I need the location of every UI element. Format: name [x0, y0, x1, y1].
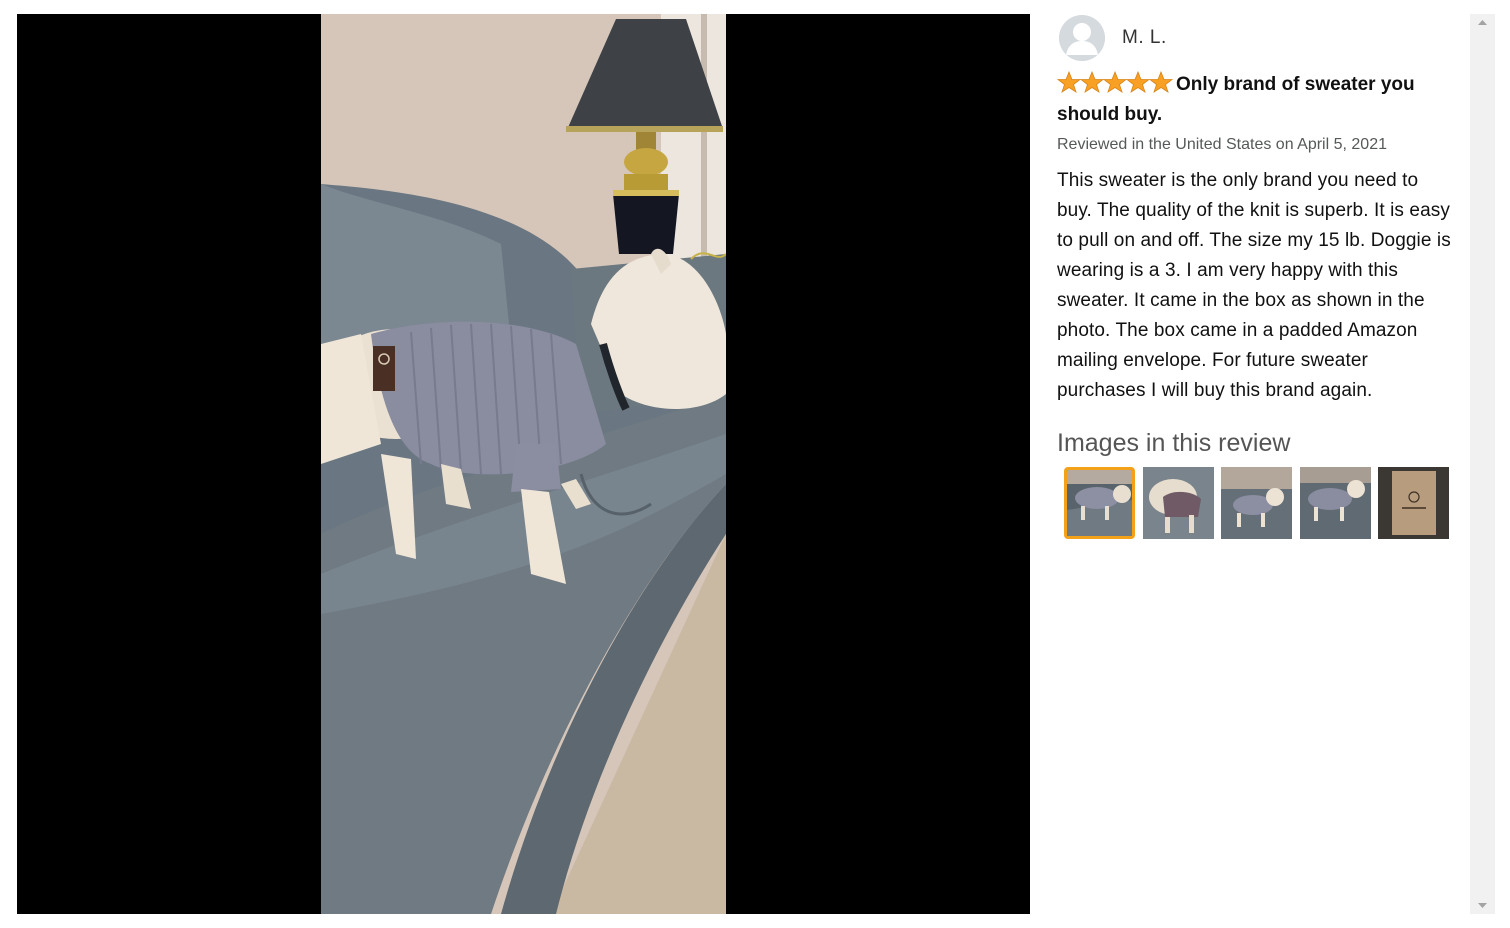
- star-icon: [1126, 71, 1150, 93]
- review-thumbnail[interactable]: [1064, 467, 1136, 539]
- reviewer-profile[interactable]: M. L.: [1059, 14, 1457, 62]
- star-rating: [1057, 71, 1173, 93]
- review-thumbnail[interactable]: [1378, 467, 1450, 539]
- review-image-thumbnails: [1064, 467, 1457, 539]
- vertical-scrollbar[interactable]: [1470, 14, 1495, 914]
- main-image-viewer[interactable]: [17, 14, 1030, 914]
- review-date: Reviewed in the United States on April 5…: [1057, 136, 1387, 153]
- review-thumbnail[interactable]: [1299, 467, 1371, 539]
- star-icon: [1080, 71, 1104, 93]
- review-body: This sweater is the only brand you need …: [1057, 170, 1451, 401]
- star-icon: [1057, 71, 1081, 93]
- reviewer-name[interactable]: M. L.: [1122, 27, 1167, 49]
- star-icon: [1103, 71, 1127, 93]
- review-image-popover: M. L. Only brand of sweater you should b…: [0, 0, 1510, 928]
- main-review-photo: [321, 14, 726, 914]
- star-icon: [1149, 71, 1173, 93]
- review-title-row: Only brand of sweater you should buy.: [1057, 70, 1457, 130]
- review-thumbnail[interactable]: [1221, 467, 1293, 539]
- review-thumbnail[interactable]: [1142, 467, 1214, 539]
- review-panel: M. L. Only brand of sweater you should b…: [1057, 14, 1457, 914]
- scroll-down-arrow-icon[interactable]: [1470, 897, 1495, 914]
- user-avatar-icon: [1059, 15, 1105, 61]
- scroll-up-arrow-icon[interactable]: [1470, 14, 1495, 31]
- images-section-heading: Images in this review: [1057, 429, 1291, 457]
